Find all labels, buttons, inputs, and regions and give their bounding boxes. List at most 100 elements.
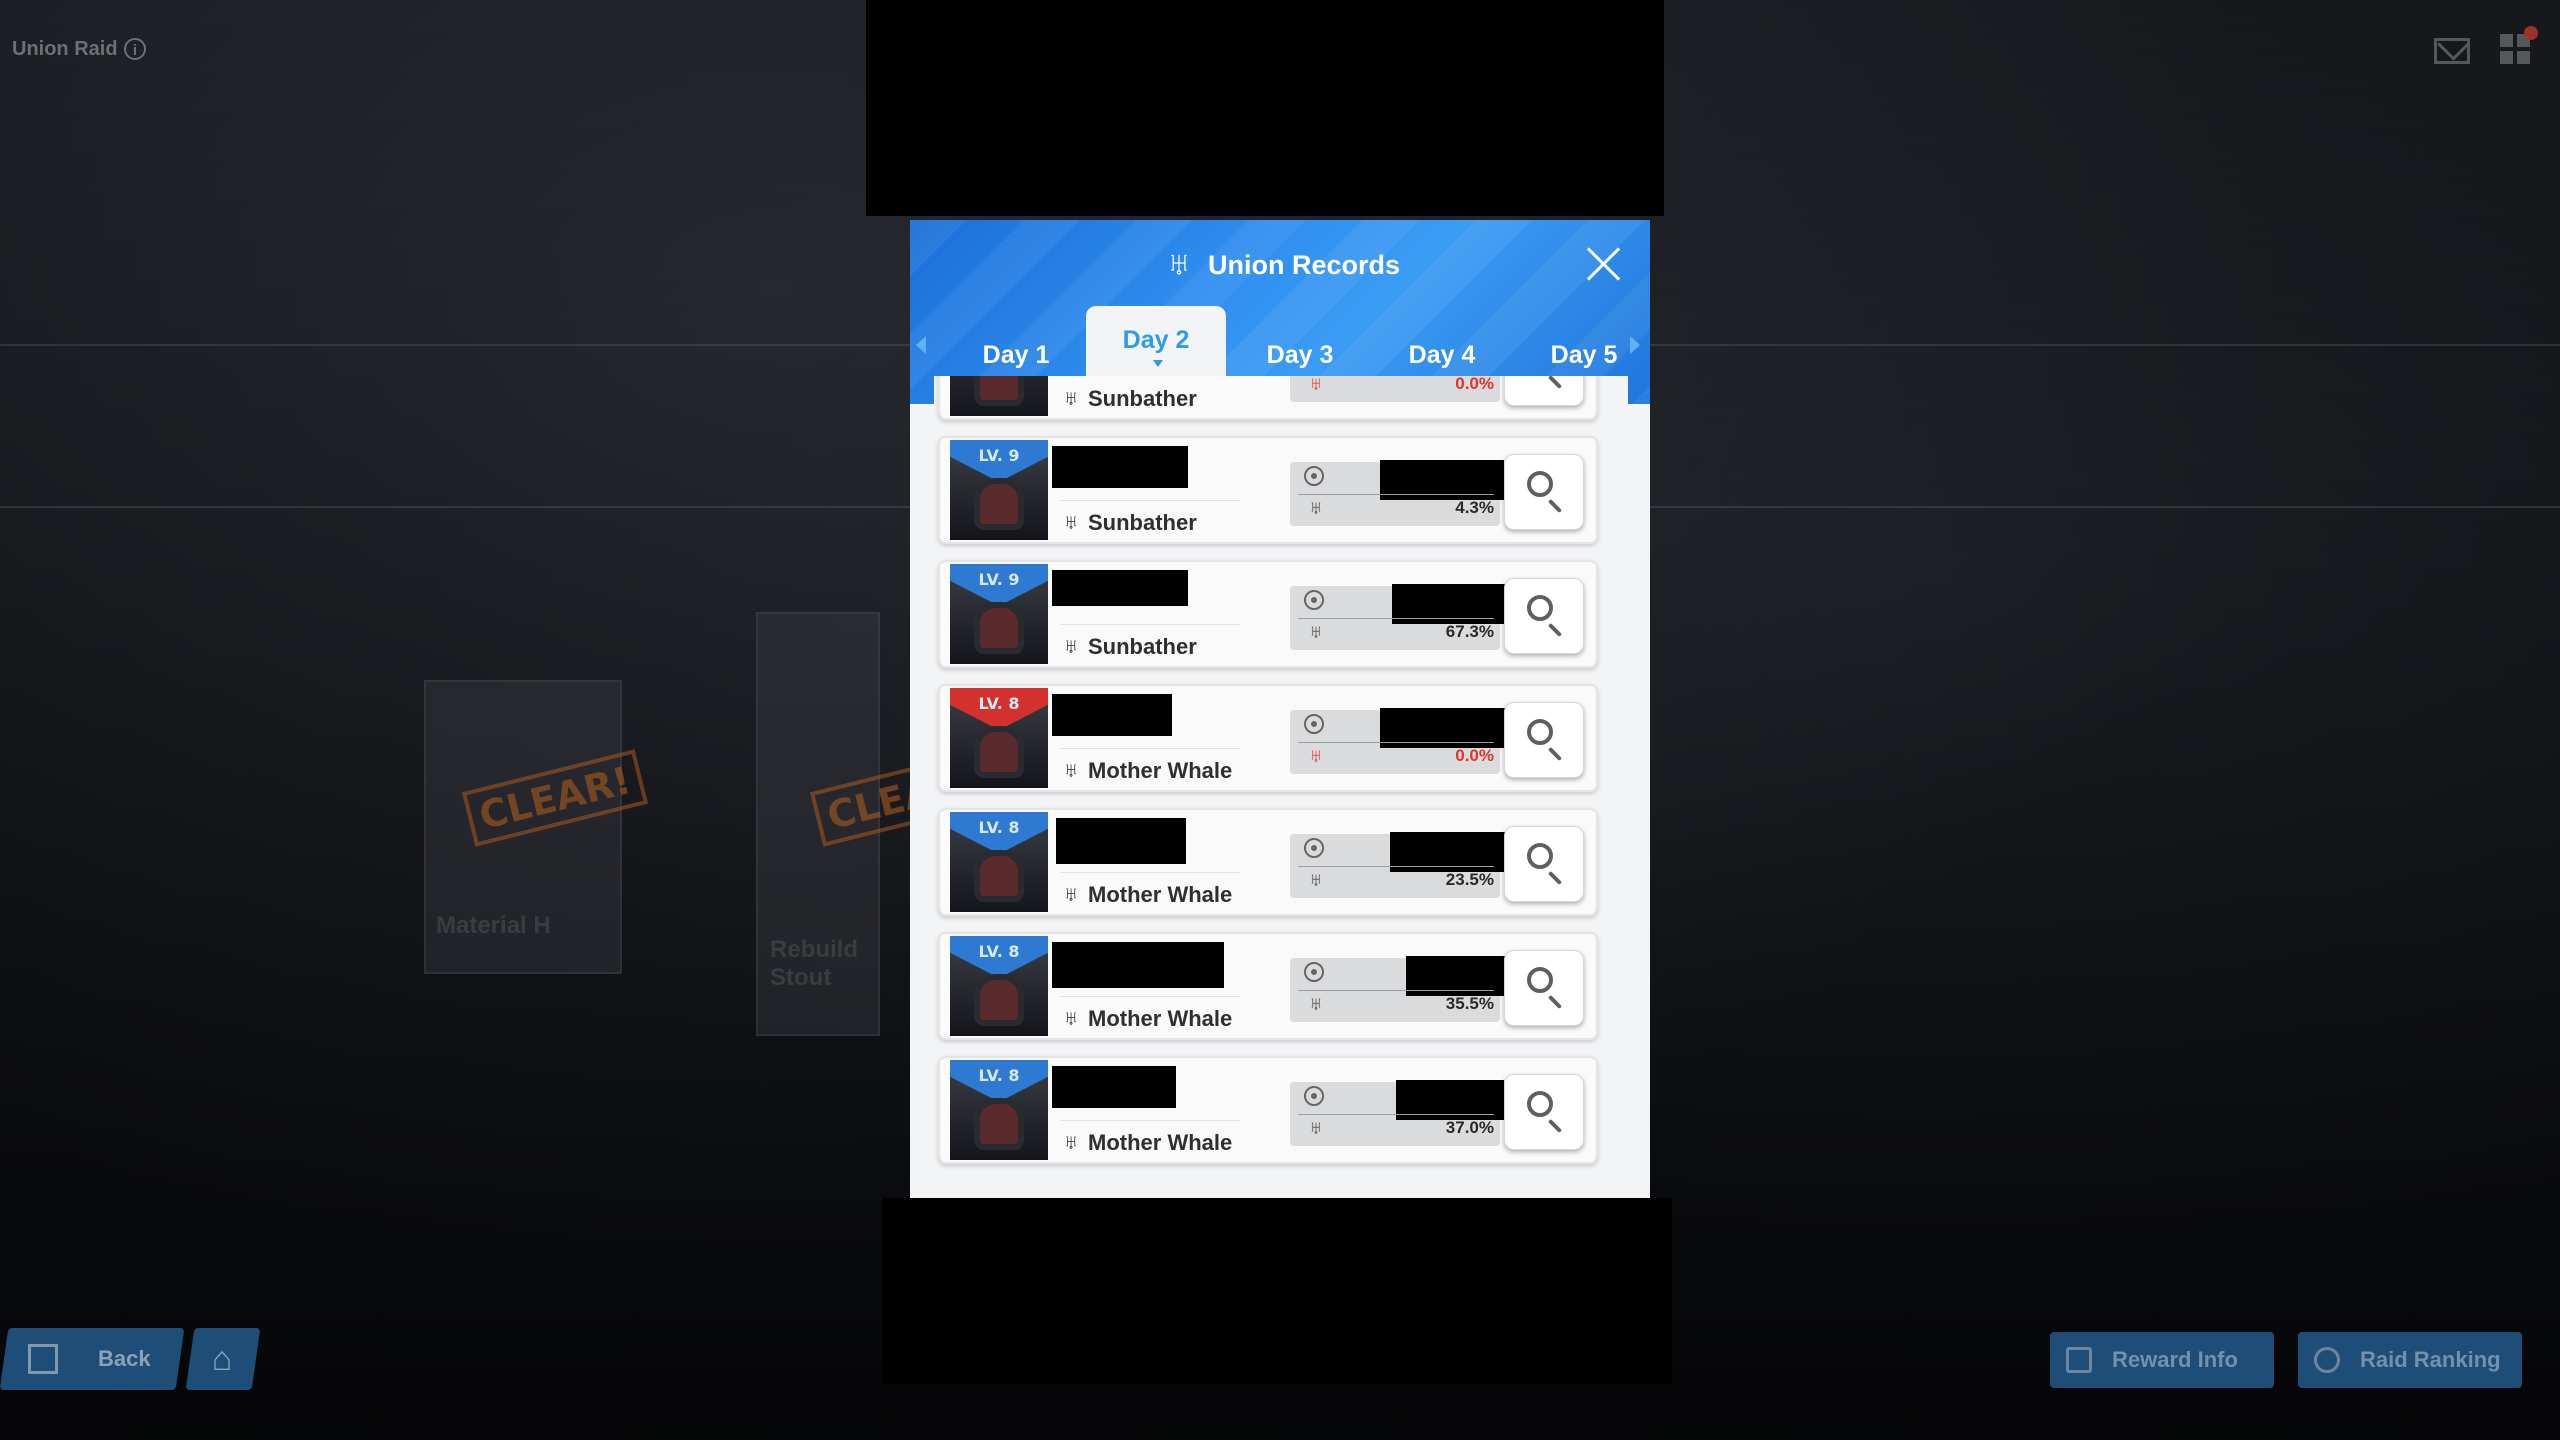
reward-info-label: Reward Info — [2112, 1347, 2238, 1372]
search-button[interactable] — [1504, 702, 1584, 778]
divider — [1060, 872, 1240, 873]
search-button[interactable] — [1504, 950, 1584, 1026]
crosshair-icon — [1304, 838, 1324, 858]
search-button[interactable] — [1504, 1074, 1584, 1150]
redaction-block — [882, 1198, 1672, 1384]
tab-scroll-left-icon[interactable] — [916, 336, 926, 354]
boss-emblem-icon: ♅ — [1308, 870, 1324, 891]
screen-title: Union Raid — [12, 38, 118, 60]
mail-icon[interactable] — [2434, 38, 2470, 64]
union-emblem-icon: ♅ — [1166, 245, 1192, 283]
search-button[interactable] — [1504, 376, 1584, 406]
boss-card-label: Material H — [436, 912, 551, 939]
boss-name: Sunbather — [1088, 386, 1197, 411]
damage-stats: ♅ 0.0% — [1290, 708, 1506, 774]
divider — [1060, 1120, 1240, 1121]
damage-stats: ♅ 0.0% — [1290, 376, 1500, 402]
record-row: LV. 9 ♅ Sunbather ♅ 4.3% — [938, 436, 1598, 544]
back-label: Back — [98, 1346, 151, 1371]
damage-percent: 23.5% — [1445, 870, 1494, 889]
boss-portrait — [980, 376, 1018, 400]
boss-emblem-icon: ♅ — [1063, 1131, 1079, 1154]
boss-level: LV. 9 — [978, 570, 1020, 589]
boss-portrait — [980, 1104, 1018, 1144]
boss-level: LV. 8 — [978, 1066, 1020, 1085]
exit-icon — [28, 1344, 58, 1374]
boss-portrait — [980, 608, 1018, 648]
reward-info-button[interactable]: Reward Info — [2050, 1332, 2274, 1388]
crosshair-icon — [1304, 466, 1324, 486]
boss-avatar: LV. 9 — [950, 440, 1048, 540]
redaction-block — [866, 0, 1664, 216]
medal-icon — [2314, 1347, 2340, 1373]
tab-day-1[interactable]: Day 1 — [966, 332, 1066, 378]
redacted-player-name — [1052, 446, 1188, 488]
tab-day-5[interactable]: Day 5 — [1534, 332, 1634, 378]
damage-stats: ♅ 67.3% — [1290, 584, 1506, 650]
divider — [1060, 624, 1240, 625]
boss-name: Sunbather — [1088, 510, 1197, 535]
boss-portrait — [980, 484, 1018, 524]
boss-emblem-icon: ♅ — [1308, 498, 1324, 519]
damage-stats: ♅ 35.5% — [1290, 956, 1506, 1022]
record-row: LV. 8 ♅ Mother Whale ♅ 35.5% — [938, 932, 1598, 1040]
damage-percent: 37.0% — [1445, 1118, 1494, 1137]
boss-name: Mother Whale — [1088, 882, 1233, 907]
boss-emblem-icon: ♅ — [1063, 387, 1079, 410]
boss-name: Mother Whale — [1088, 1006, 1233, 1031]
boss-portrait — [980, 856, 1018, 896]
info-icon[interactable]: i — [124, 38, 146, 60]
boss-avatar: LV. 9 — [950, 564, 1048, 664]
home-icon[interactable]: ⌂ — [204, 1342, 240, 1376]
boss-emblem-icon: ♅ — [1063, 511, 1079, 534]
boss-level: LV. 8 — [978, 818, 1020, 837]
search-icon — [1527, 595, 1553, 621]
boss-emblem-icon: ♅ — [1308, 1118, 1324, 1139]
raid-ranking-button[interactable]: Raid Ranking — [2298, 1332, 2522, 1388]
tab-day-4[interactable]: Day 4 — [1392, 332, 1492, 378]
boss-level: LV. 8 — [978, 942, 1020, 961]
boss-level: LV. 8 — [978, 694, 1020, 713]
record-row: LV. 8 ♅ Mother Whale ♅ 23.5% — [938, 808, 1598, 916]
search-icon — [1527, 1091, 1553, 1117]
search-icon — [1527, 967, 1553, 993]
damage-percent: 4.3% — [1455, 498, 1494, 517]
search-icon — [1527, 843, 1553, 869]
record-row: ♅ Sunbather ♅ 0.0% — [938, 376, 1598, 420]
close-icon[interactable] — [1584, 244, 1624, 284]
divider — [1060, 748, 1240, 749]
crosshair-icon — [1304, 1086, 1324, 1106]
reward-box-icon — [2066, 1347, 2092, 1373]
crosshair-icon — [1304, 714, 1324, 734]
damage-stats: ♅ 37.0% — [1290, 1080, 1504, 1146]
search-button[interactable] — [1504, 454, 1584, 530]
boss-emblem-icon: ♅ — [1308, 994, 1324, 1015]
damage-stats: ♅ 4.3% — [1290, 460, 1504, 526]
boss-avatar — [950, 376, 1048, 416]
divider — [1298, 618, 1494, 619]
boss-portrait — [980, 980, 1018, 1020]
tab-day-3[interactable]: Day 3 — [1250, 332, 1350, 378]
modal-title: Union Records — [1208, 250, 1401, 280]
damage-percent: 0.0% — [1455, 746, 1494, 765]
back-button-content[interactable]: Back — [8, 1328, 184, 1390]
boss-emblem-icon: ♅ — [1063, 635, 1079, 658]
redacted-player-name — [1052, 942, 1224, 988]
search-button[interactable] — [1504, 826, 1584, 902]
search-icon — [1527, 719, 1553, 745]
records-list[interactable]: ♅ Sunbather ♅ 0.0% LV. 9 ♅ Sunbather ♅ 4… — [934, 376, 1628, 1188]
record-row: LV. 9 ♅ Sunbather ♅ 67.3% — [938, 560, 1598, 668]
grid-menu-icon[interactable] — [2500, 34, 2530, 64]
divider — [1298, 866, 1494, 867]
boss-name: Mother Whale — [1088, 1130, 1233, 1155]
boss-portrait — [980, 732, 1018, 772]
tab-day-2[interactable]: Day 2 — [1086, 306, 1226, 386]
boss-emblem-icon: ♅ — [1063, 759, 1079, 782]
redacted-player-name — [1052, 570, 1188, 606]
search-button[interactable] — [1504, 578, 1584, 654]
divider — [1298, 742, 1494, 743]
boss-emblem-icon: ♅ — [1308, 746, 1324, 767]
damage-percent: 35.5% — [1445, 994, 1494, 1013]
crosshair-icon — [1304, 590, 1324, 610]
damage-stats: ♅ 23.5% — [1290, 832, 1508, 898]
